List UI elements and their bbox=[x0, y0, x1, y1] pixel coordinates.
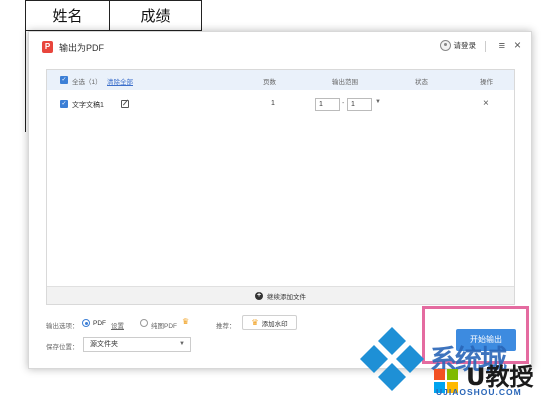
file-checkbox[interactable]: ✓ bbox=[60, 100, 68, 108]
login-button[interactable]: 请登录 bbox=[439, 40, 477, 51]
column-action: 操作 bbox=[480, 79, 493, 86]
screenshot: 姓名 成绩 P 输出为PDF 请登录 ≡ × ✓ 全选（1） 清除全部 页数 输… bbox=[0, 0, 550, 412]
save-location-select[interactable]: 源文件夹 ▼ bbox=[83, 337, 191, 352]
image-pdf-label: 纯图PDF bbox=[151, 323, 177, 330]
save-location-value: 源文件夹 bbox=[90, 341, 118, 348]
file-list-header: ✓ 全选（1） 清除全部 页数 输出范围 状态 操作 bbox=[47, 70, 514, 90]
add-file-label: 继续添加文件 bbox=[267, 293, 306, 301]
range-to-input[interactable]: 1 bbox=[347, 98, 372, 111]
login-label: 请登录 bbox=[453, 41, 477, 50]
dialog-titlebar: P 输出为PDF 请登录 ≡ × bbox=[29, 32, 531, 62]
background-table: 姓名 成绩 bbox=[25, 0, 202, 31]
image-pdf-radio[interactable] bbox=[140, 319, 148, 327]
watermark-url: UJIAOSHOU.COM bbox=[436, 387, 522, 397]
range-separator: - bbox=[342, 100, 345, 107]
select-all-checkbox[interactable]: ✓ bbox=[60, 76, 68, 84]
avatar-icon bbox=[439, 40, 451, 51]
close-icon[interactable]: × bbox=[514, 38, 521, 52]
table-header-score: 成绩 bbox=[109, 0, 202, 31]
column-pages: 页数 bbox=[263, 79, 276, 86]
save-location-label: 保存位置： bbox=[46, 344, 79, 351]
menu-icon[interactable]: ≡ bbox=[499, 39, 505, 53]
pdf-icon: P bbox=[42, 41, 53, 53]
file-row: ✓ 文字文稿1 1 1 - 1 ▼ × bbox=[47, 97, 514, 119]
file-name: 文字文稿1 bbox=[72, 102, 104, 109]
titlebar-divider bbox=[485, 41, 486, 52]
rename-icon[interactable] bbox=[121, 100, 129, 108]
add-watermark-label: 添加水印 bbox=[261, 320, 288, 328]
column-status: 状态 bbox=[415, 79, 428, 86]
file-list-panel: ✓ 全选（1） 清除全部 页数 输出范围 状态 操作 ✓ 文字文稿1 1 1 -… bbox=[46, 69, 515, 305]
pdf-radio[interactable] bbox=[82, 319, 90, 327]
settings-link[interactable]: 设置 bbox=[111, 320, 124, 330]
output-options-label: 输出选项： bbox=[46, 323, 79, 330]
crown-icon: ♛ bbox=[251, 318, 259, 327]
file-pages: 1 bbox=[271, 100, 275, 107]
plus-icon: + bbox=[255, 291, 263, 300]
add-file-button[interactable]: + 继续添加文件 bbox=[47, 286, 514, 304]
chevron-down-icon[interactable]: ▼ bbox=[375, 99, 381, 105]
crown-icon: ♛ bbox=[182, 317, 190, 326]
chevron-down-icon: ▼ bbox=[179, 341, 185, 347]
table-header-name: 姓名 bbox=[25, 0, 110, 31]
add-watermark-button[interactable]: ♛ 添加水印 bbox=[242, 315, 297, 330]
column-range: 输出范围 bbox=[332, 79, 358, 86]
windows-logo-watermark bbox=[360, 327, 424, 391]
select-all-label[interactable]: 全选（1） bbox=[72, 76, 102, 86]
dialog-title: 输出为PDF bbox=[59, 43, 105, 53]
delete-file-icon[interactable]: × bbox=[483, 98, 489, 109]
clear-all-link[interactable]: 清除全部 bbox=[107, 76, 133, 86]
recommend-label: 推荐： bbox=[216, 323, 236, 330]
range-from-input[interactable]: 1 bbox=[315, 98, 340, 111]
pdf-option-label: PDF bbox=[93, 320, 106, 327]
